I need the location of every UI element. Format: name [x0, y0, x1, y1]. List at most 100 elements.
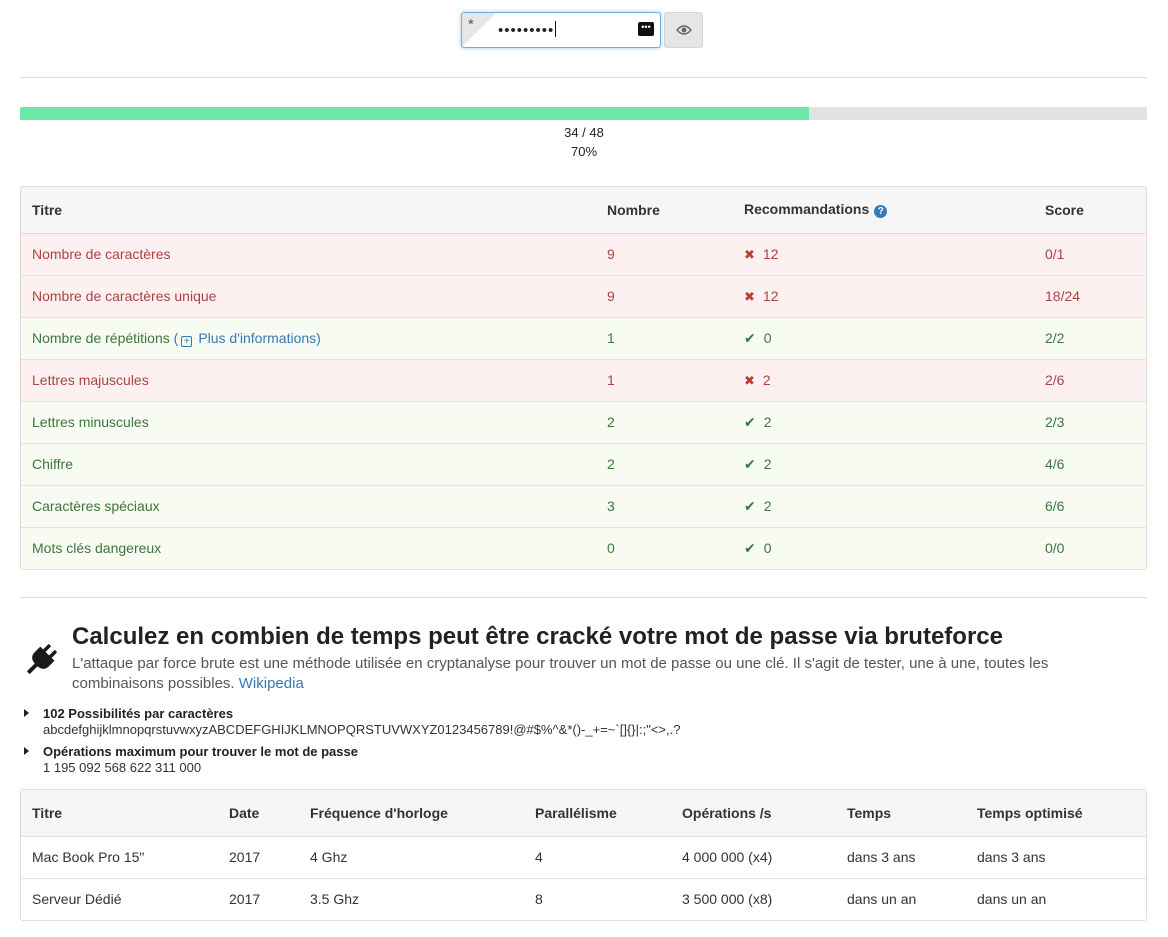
- header-count: Nombre: [596, 187, 733, 234]
- machine-time: dans 3 ans: [836, 835, 966, 878]
- criterion-recommendation: ✖ 2: [733, 358, 1034, 401]
- check-icon: ✔: [744, 497, 756, 514]
- charset-value: abcdefghijklmnopqrstuvwxyzABCDEFGHIJKLMN…: [43, 722, 681, 737]
- machine-title: Mac Book Pro 15": [21, 835, 218, 878]
- criterion-count: 3: [596, 484, 733, 527]
- machine-parallelism: 4: [524, 835, 671, 878]
- check-icon: ✔: [744, 329, 756, 346]
- table-row: Serveur Dédié 2017 3.5 Ghz 8 3 500 000 (x8) d…: [21, 877, 1146, 920]
- criterion-title: Nombre de répétitions (+ Plus d'informati…: [21, 316, 596, 359]
- criterion-title: Chiffre: [21, 442, 596, 485]
- criterion-score: 2/6: [1034, 358, 1146, 401]
- criterion-count: 0: [596, 526, 733, 569]
- criterion-score: 6/6: [1034, 484, 1146, 527]
- machine-time-optimized: dans 3 ans: [966, 835, 1146, 878]
- header-title: Titre: [21, 790, 218, 837]
- criterion-score: 0/1: [1034, 232, 1146, 275]
- table-row: Mac Book Pro 15" 2017 4 Ghz 4 4 000 000 (x4)…: [21, 835, 1146, 878]
- machine-operations: 4 000 000 (x4): [671, 835, 836, 878]
- table-row: Chiffre 2 ✔ 2 4/6: [21, 442, 1146, 485]
- header-date: Date: [218, 790, 299, 837]
- criteria-table: Titre Nombre Recommandations? Score Nomb…: [20, 186, 1147, 570]
- divider: [20, 77, 1147, 78]
- criterion-score: 4/6: [1034, 442, 1146, 485]
- criterion-score: 2/3: [1034, 400, 1146, 443]
- caret-right-icon: [24, 709, 29, 717]
- criterion-title: Lettres minuscules: [21, 400, 596, 443]
- bruteforce-title: Calculez en combien de temps peut être c…: [72, 623, 1003, 650]
- header-parallelism: Parallélisme: [524, 790, 671, 837]
- criterion-score: 0/0: [1034, 526, 1146, 569]
- check-icon: ✔: [744, 539, 756, 556]
- table-header-row: Titre Date Fréquence d'horloge Paralléli…: [21, 790, 1146, 837]
- plug-icon: [26, 644, 57, 675]
- header-time-optimized: Temps optimisé: [966, 790, 1146, 837]
- criterion-score: 18/24: [1034, 274, 1146, 317]
- criterion-count: 9: [596, 274, 733, 317]
- table-row: Nombre de caractères 9 ✖ 12 0/1: [21, 232, 1146, 275]
- machine-time: dans un an: [836, 877, 966, 920]
- criterion-recommendation: ✖ 12: [733, 232, 1034, 275]
- criterion-count: 1: [596, 316, 733, 359]
- table-row: Nombre de caractères unique 9 ✖ 12 18/24: [21, 274, 1146, 317]
- cross-icon: ✖: [744, 372, 755, 388]
- criterion-title: Nombre de caractères: [21, 232, 596, 275]
- wikipedia-link[interactable]: Wikipedia: [239, 675, 304, 692]
- password-row: * ••••••••• •••: [461, 12, 703, 48]
- criterion-count: 1: [596, 358, 733, 401]
- header-clock: Fréquence d'horloge: [299, 790, 524, 837]
- password-manager-icon[interactable]: •••: [638, 22, 654, 36]
- machine-clock: 4 Ghz: [299, 835, 524, 878]
- machine-operations: 3 500 000 (x8): [671, 877, 836, 920]
- password-input[interactable]: * ••••••••• •••: [461, 12, 661, 48]
- header-title: Titre: [21, 187, 596, 234]
- eye-icon: [675, 25, 692, 35]
- machine-time-optimized: dans un an: [966, 877, 1146, 920]
- criterion-title: Nombre de caractères unique: [21, 274, 596, 317]
- criterion-recommendation: ✔ 2: [733, 400, 1034, 443]
- check-icon: ✔: [744, 413, 756, 430]
- criterion-recommendation: ✔ 0: [733, 526, 1034, 569]
- divider: [20, 597, 1147, 598]
- table-row: Lettres majuscules 1 ✖ 2 2/6: [21, 358, 1146, 401]
- criterion-recommendation: ✔ 2: [733, 484, 1034, 527]
- page: * ••••••••• ••• 34 / 48 70% Titre Nombre: [0, 0, 1168, 937]
- strength-progress-bar: [20, 107, 1147, 120]
- table-row: Caractères spéciaux 3 ✔ 2 6/6: [21, 484, 1146, 527]
- criterion-score: 2/2: [1034, 316, 1146, 359]
- header-score: Score: [1034, 187, 1146, 234]
- criterion-title: Mots clés dangereux: [21, 526, 596, 569]
- machine-date: 2017: [218, 877, 299, 920]
- table-row: Lettres minuscules 2 ✔ 2 2/3: [21, 400, 1146, 443]
- score-count: 34 / 48: [564, 125, 604, 140]
- criterion-recommendation: ✔ 2: [733, 442, 1034, 485]
- bruteforce-description: L'attaque par force brute est une méthod…: [72, 655, 1049, 692]
- plus-square-icon: +: [181, 335, 193, 347]
- max-operations-value: 1 195 092 568 622 311 000: [43, 760, 202, 775]
- criterion-title: Lettres majuscules: [21, 358, 596, 401]
- password-value[interactable]: •••••••••: [498, 21, 557, 39]
- header-recommendations: Recommandations?: [733, 187, 1034, 234]
- header-operations: Opérations /s: [671, 790, 836, 837]
- machine-clock: 3.5 Ghz: [299, 877, 524, 920]
- criterion-count: 2: [596, 400, 733, 443]
- text-caret: [555, 21, 557, 37]
- check-icon: ✔: [744, 455, 756, 472]
- possibilities-label: 102 Possibilités par caractères: [43, 706, 234, 721]
- cross-icon: ✖: [744, 246, 755, 262]
- criterion-count: 9: [596, 232, 733, 275]
- header-time: Temps: [836, 790, 966, 837]
- toggle-visibility-button[interactable]: [664, 12, 703, 48]
- table-row: Nombre de répétitions (+ Plus d'informati…: [21, 316, 1146, 359]
- help-icon[interactable]: ?: [874, 205, 888, 219]
- table-header-row: Titre Nombre Recommandations? Score: [21, 187, 1146, 234]
- more-info-link[interactable]: (+ Plus d'informations): [174, 330, 321, 347]
- caret-right-icon: [24, 747, 29, 755]
- score-percent: 70%: [570, 144, 598, 159]
- progress-fill: [20, 107, 809, 120]
- criterion-recommendation: ✖ 12: [733, 274, 1034, 317]
- machine-date: 2017: [218, 835, 299, 878]
- machine-title: Serveur Dédié: [21, 877, 218, 920]
- cross-icon: ✖: [744, 288, 755, 304]
- max-operations-label: Opérations maximum pour trouver le mot d…: [43, 744, 358, 759]
